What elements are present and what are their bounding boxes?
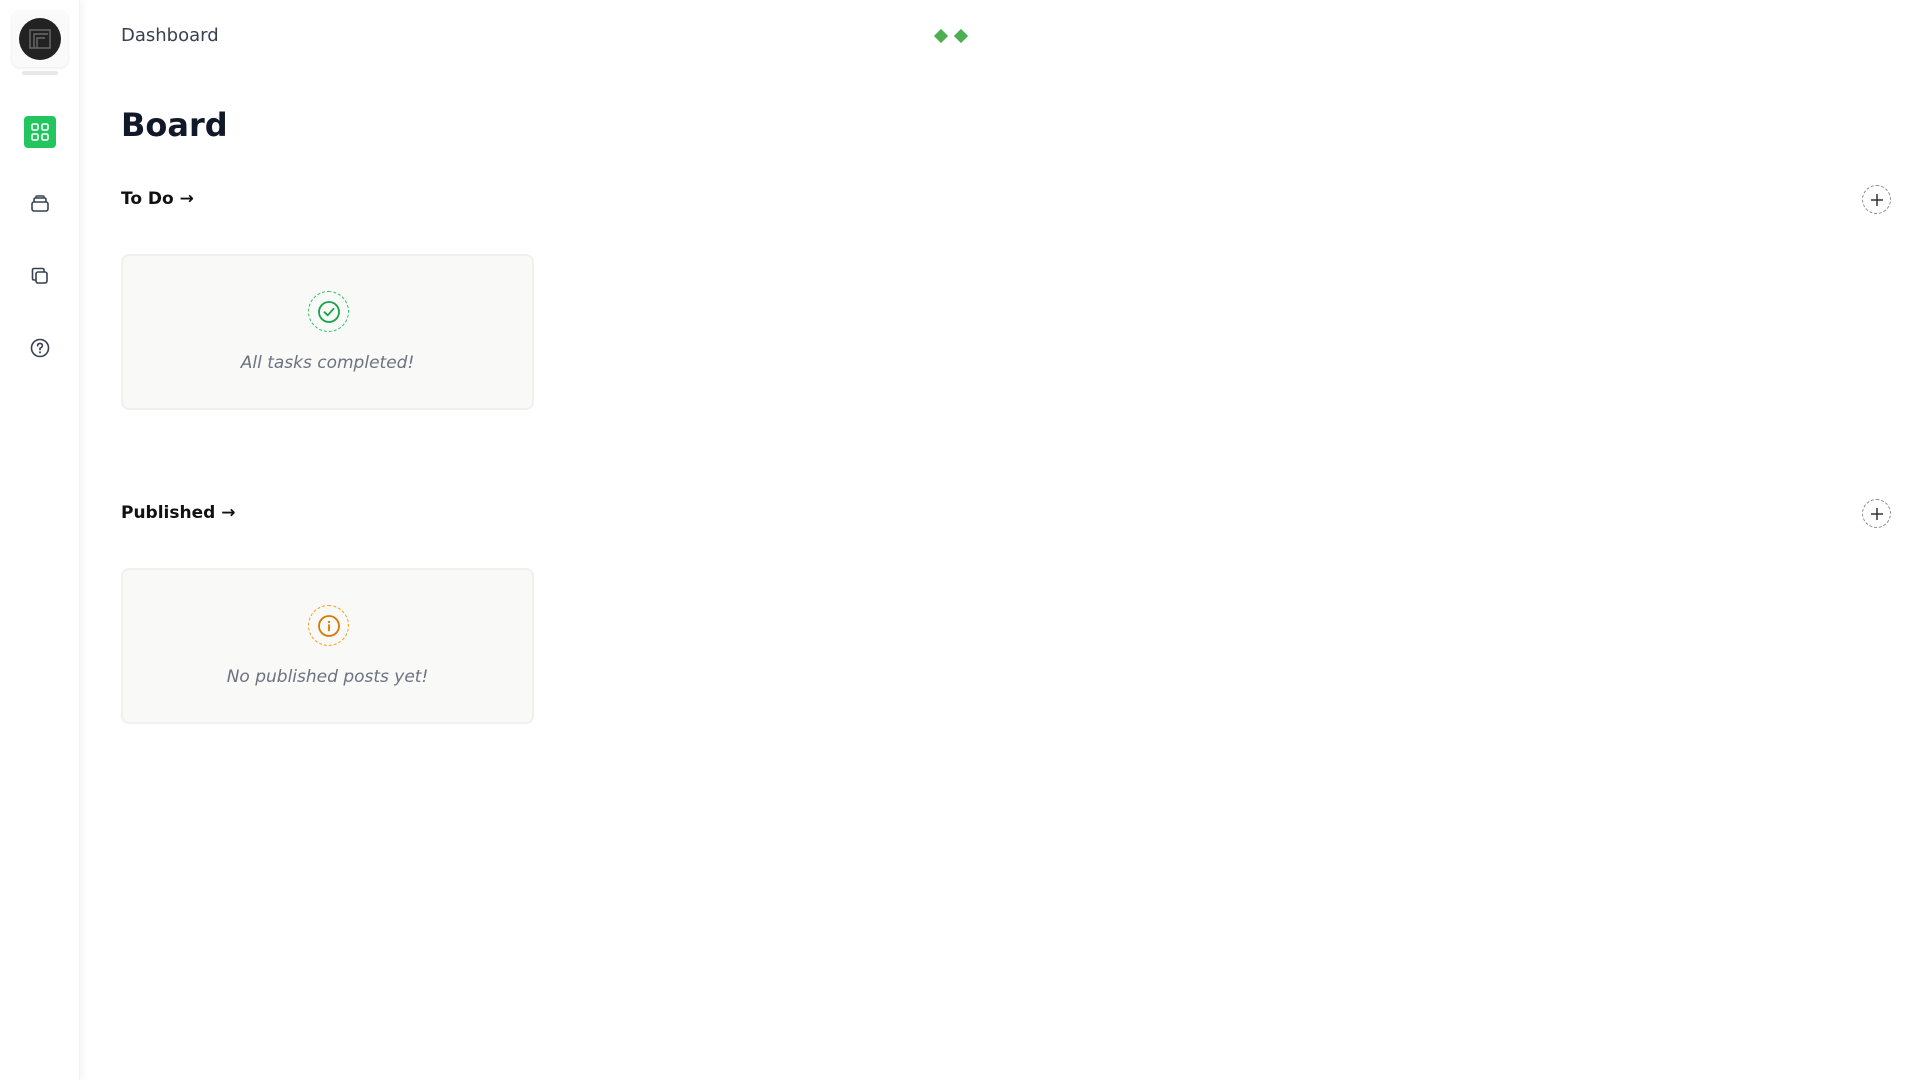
sidebar-item-dashboard[interactable]: [24, 116, 56, 148]
todo-empty-state: All tasks completed!: [121, 254, 534, 410]
app: Dashboard Board To Do → All tasks comple…: [0, 0, 1920, 1080]
copy-icon: [31, 267, 48, 284]
breadcrumb[interactable]: Dashboard: [121, 25, 219, 46]
logo-icon: [29, 29, 51, 49]
sidebar-item-help[interactable]: [24, 332, 56, 364]
page-title: Board: [121, 106, 228, 144]
sidebar-item-inbox[interactable]: [24, 188, 56, 220]
inbox-icon: [31, 195, 49, 212]
logo: [19, 18, 61, 60]
section-title-todo[interactable]: To Do →: [121, 189, 194, 209]
loading-indicator: [933, 28, 969, 44]
plus-icon: [1870, 193, 1883, 206]
logo-underline: [22, 71, 58, 75]
empty-message: All tasks completed!: [240, 353, 415, 373]
add-todo-button[interactable]: [1862, 185, 1891, 214]
diamond-icon: [953, 28, 969, 44]
info-icon: [308, 605, 349, 646]
diamond-icon: [933, 28, 949, 44]
sidebar: [0, 0, 80, 1080]
sidebar-item-copy[interactable]: [24, 260, 56, 292]
empty-message: No published posts yet!: [226, 667, 429, 687]
section-title-published[interactable]: Published →: [121, 503, 235, 523]
published-empty-state: No published posts yet!: [121, 568, 534, 724]
check-circle-icon: [308, 291, 349, 332]
grid-icon: [31, 123, 49, 141]
plus-icon: [1870, 507, 1883, 520]
help-icon: [30, 338, 50, 358]
add-published-button[interactable]: [1862, 499, 1891, 528]
logo-button[interactable]: [12, 11, 68, 75]
